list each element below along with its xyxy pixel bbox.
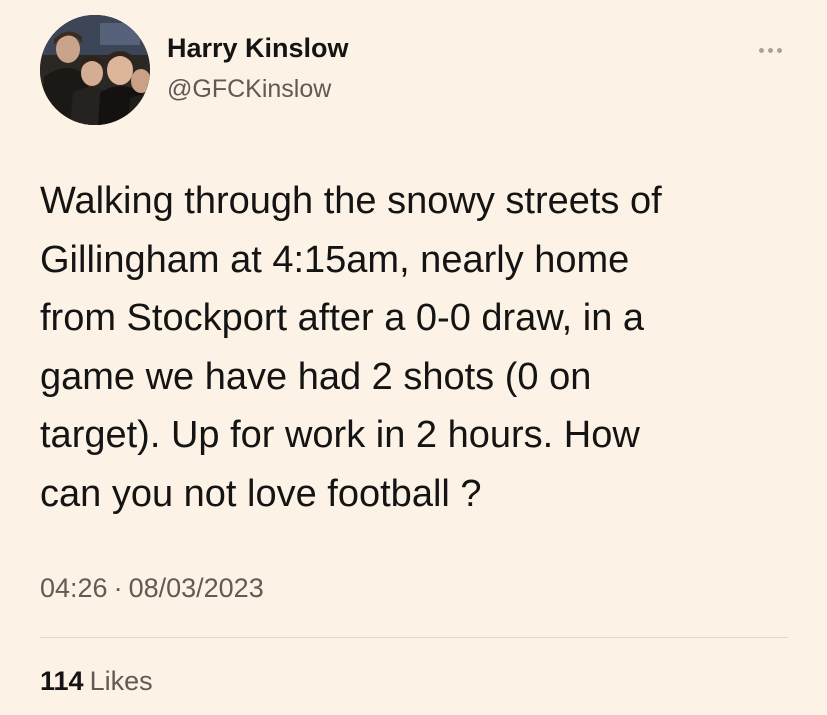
more-horizontal-icon <box>758 47 764 53</box>
avatar[interactable] <box>40 15 150 125</box>
likes-label: Likes <box>89 666 153 696</box>
more-horizontal-icon <box>776 47 782 53</box>
author-handle[interactable]: @GFCKinslow <box>167 75 331 104</box>
tweet-time: 04:26 <box>40 573 108 603</box>
divider <box>40 637 788 638</box>
likes-stat[interactable]: 114 Likes <box>40 666 153 697</box>
tweet-text: Walking through the snowy streets of Gil… <box>40 180 662 515</box>
timestamp-separator: · <box>113 573 123 603</box>
likes-count: 114 <box>40 666 84 696</box>
more-options-button[interactable] <box>750 40 790 60</box>
author-display-name[interactable]: Harry Kinslow <box>167 33 349 64</box>
more-horizontal-icon <box>767 47 773 53</box>
tweet-timestamp[interactable]: 04:26 · 08/03/2023 <box>40 573 264 604</box>
tweet-date: 08/03/2023 <box>128 573 264 603</box>
profile-photo <box>40 15 150 125</box>
